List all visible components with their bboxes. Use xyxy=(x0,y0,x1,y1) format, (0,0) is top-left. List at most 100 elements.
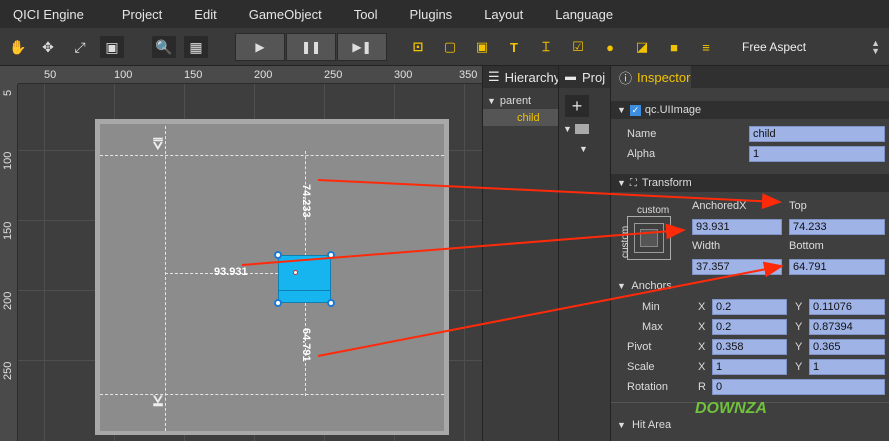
chevron-down-icon: ▼ xyxy=(487,95,496,106)
tab-hierarchy[interactable]: ☰ Hierarchy xyxy=(488,66,558,88)
top-distance-label: 74.233 xyxy=(300,184,312,218)
ruler-tick: 200 xyxy=(2,291,14,310)
anchor-preset-label: custom xyxy=(637,205,670,216)
aspect-value: Free Aspect xyxy=(742,40,807,54)
menu-layout[interactable]: Layout xyxy=(470,7,541,22)
menu-gameobject[interactable]: GameObject xyxy=(235,7,340,22)
aspect-select[interactable]: Free Aspect ▲ ▼ xyxy=(734,36,884,58)
pivot-label: Pivot xyxy=(627,341,652,353)
rotation-label: Rotation xyxy=(627,381,668,393)
width-field[interactable]: 37.357 xyxy=(692,259,782,275)
bottom-label: Bottom xyxy=(789,240,824,252)
anchor-preset-side-label: custom xyxy=(620,225,631,258)
bottom-field[interactable]: 64.791 xyxy=(789,259,885,275)
transform-icon: ⛶ xyxy=(629,177,637,189)
axis-y-label: Y xyxy=(795,341,803,353)
anchor-handle-icon[interactable]: ⩣ xyxy=(153,390,163,408)
text-icon[interactable]: T xyxy=(504,37,524,57)
move-icon[interactable]: ✥ xyxy=(36,36,60,58)
step-icon[interactable]: ▶❚ xyxy=(337,33,387,61)
axis-y-label: Y xyxy=(795,361,803,373)
anchor-min-x-field[interactable]: 0.2 xyxy=(712,299,787,315)
top-field[interactable]: 74.233 xyxy=(789,219,885,235)
grid-line xyxy=(44,84,45,441)
chevron-down-icon: ▼ xyxy=(617,281,626,291)
select-arrows-icon: ▲ ▼ xyxy=(871,38,880,56)
transform-header[interactable]: ▼ ⛶ Transform xyxy=(611,174,889,192)
hierarchy-item-child[interactable]: child xyxy=(483,109,558,126)
project-title: Proj xyxy=(582,69,606,85)
chevron-down-icon: ▼ xyxy=(617,178,626,188)
folder-icon: ▬ xyxy=(565,71,576,83)
menu-qici-engine[interactable]: QICI Engine xyxy=(0,7,102,22)
child-node[interactable] xyxy=(278,255,331,303)
parent-node[interactable] xyxy=(100,124,444,431)
panel-icon[interactable]: ■ xyxy=(664,37,684,57)
menu-tool[interactable]: Tool xyxy=(340,7,396,22)
inspector-panel: ⓘ Inspector ▼ ✓ qc.UIImage Name child Al… xyxy=(610,66,889,441)
name-field[interactable]: child xyxy=(749,126,885,142)
add-asset-button[interactable]: + xyxy=(565,95,589,117)
scale-icon[interactable]: ⤢ xyxy=(68,36,92,58)
axis-y-label: Y xyxy=(795,301,803,313)
menu-plugins[interactable]: Plugins xyxy=(396,7,471,22)
component-enabled-checkbox[interactable]: ✓ xyxy=(629,104,641,116)
component-header[interactable]: ▼ ✓ qc.UIImage xyxy=(611,101,889,119)
resize-handle[interactable] xyxy=(327,251,335,259)
anchor-preset-rect xyxy=(640,229,658,247)
image-icon[interactable]: ▢ xyxy=(440,37,460,57)
input-icon[interactable]: ⌶ xyxy=(536,37,556,57)
top-label: Top xyxy=(789,200,807,212)
node-icon[interactable]: ⊡ xyxy=(408,37,428,57)
chevron-down-icon: ▼ xyxy=(617,105,626,115)
hierarchy-item-parent[interactable]: ▼ parent xyxy=(483,92,558,109)
anchor-handle-icon[interactable]: ⩢ xyxy=(153,136,163,154)
chevron-down-icon[interactable]: ▼ xyxy=(579,144,588,154)
play-icon[interactable]: ▶ xyxy=(235,33,285,61)
ruler-tick: 200 xyxy=(254,69,273,81)
bottom-distance-label: 64.791 xyxy=(300,328,312,362)
scene-view[interactable]: 50 100 150 200 250 300 350 5 100 150 200… xyxy=(0,66,482,441)
list-icon[interactable]: ≡ xyxy=(696,37,716,57)
scale-y-field[interactable]: 1 xyxy=(809,359,885,375)
scale-x-field[interactable]: 1 xyxy=(712,359,787,375)
anchor-max-y-field[interactable]: 0.87394 xyxy=(809,319,885,335)
width-label: Width xyxy=(692,240,721,252)
tab-inspector[interactable]: ⓘ Inspector xyxy=(611,66,691,88)
list-icon: ☰ xyxy=(488,69,500,84)
rotation-field[interactable]: 0 xyxy=(712,379,885,395)
hit-area-toggle[interactable]: ▼ Hit Area xyxy=(617,419,671,431)
anchors-toggle[interactable]: ▼ Anchors xyxy=(617,280,672,292)
alpha-field[interactable]: 1 xyxy=(749,146,885,162)
resize-handle[interactable] xyxy=(274,251,282,259)
button-icon[interactable]: ● xyxy=(600,37,620,57)
anchor-guide xyxy=(165,126,166,431)
resize-handle[interactable] xyxy=(327,299,335,307)
ruler-tick: 300 xyxy=(394,69,413,81)
tab-project[interactable]: ▬ Proj xyxy=(565,66,605,88)
grid-icon[interactable]: ▦ xyxy=(184,36,208,58)
ruler-left: 5 100 150 200 250 xyxy=(0,84,18,441)
anchor-min-y-field[interactable]: 0.11076 xyxy=(809,299,885,315)
rect-icon[interactable]: ▣ xyxy=(100,36,124,58)
pause-icon[interactable]: ❚❚ xyxy=(286,33,336,61)
slider-icon[interactable]: ◪ xyxy=(632,37,652,57)
menu-project[interactable]: Project xyxy=(102,7,180,22)
anchor-guide xyxy=(100,394,444,395)
resize-handle[interactable] xyxy=(274,299,282,307)
sprite-icon[interactable]: ▣ xyxy=(472,37,492,57)
anchoredx-field[interactable]: 93.931 xyxy=(692,219,782,235)
menu-edit[interactable]: Edit xyxy=(180,7,234,22)
pivot-x-field[interactable]: 0.358 xyxy=(712,339,787,355)
grid-line xyxy=(464,84,465,441)
toggle-icon[interactable]: ☑ xyxy=(568,37,588,57)
anchor-max-x-field[interactable]: 0.2 xyxy=(712,319,787,335)
pivot-point[interactable] xyxy=(293,270,298,275)
chevron-down-icon[interactable]: ▼ xyxy=(563,124,572,134)
transform-title: Transform xyxy=(641,177,692,189)
anchor-preset-button[interactable] xyxy=(627,216,671,260)
zoom-icon[interactable]: 🔍 xyxy=(152,36,176,58)
hand-icon[interactable]: ✋ xyxy=(6,36,30,58)
pivot-y-field[interactable]: 0.365 xyxy=(809,339,885,355)
menu-language[interactable]: Language xyxy=(541,7,631,22)
